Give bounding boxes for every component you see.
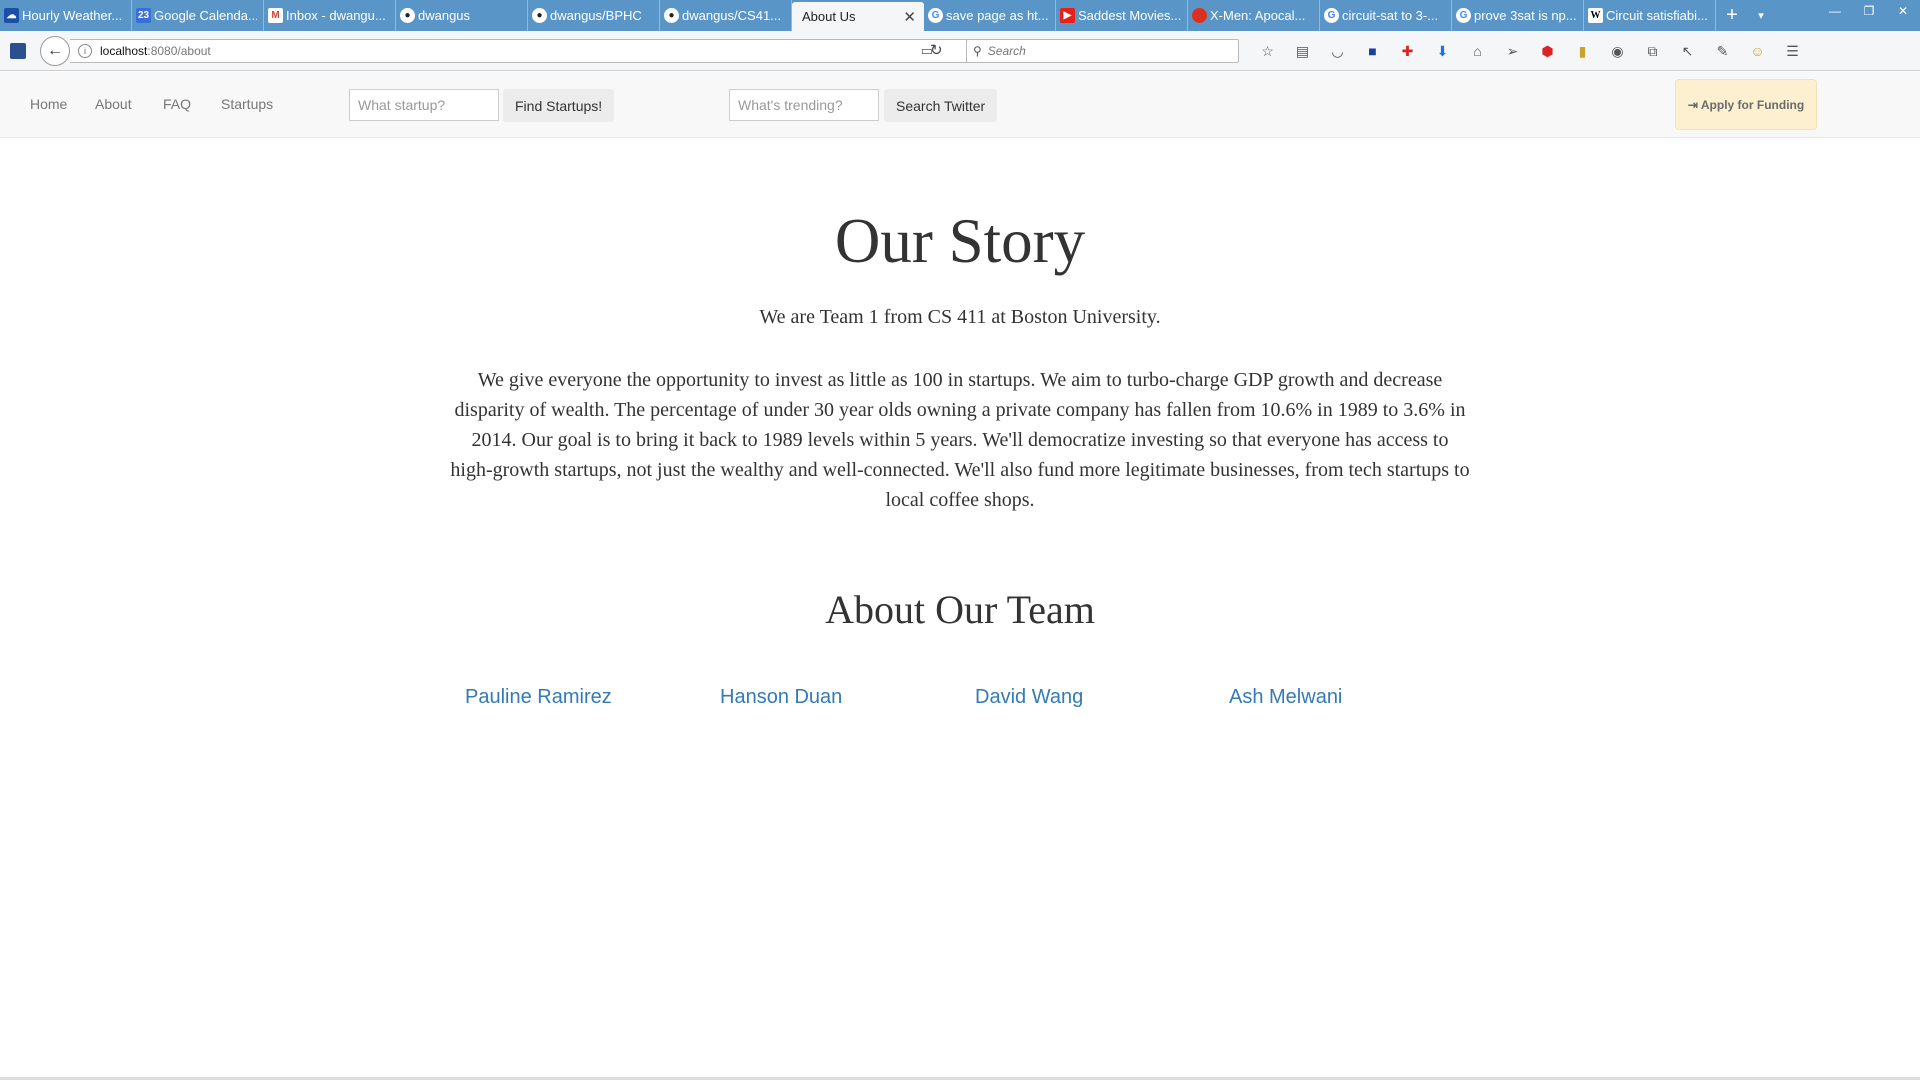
toolbar-icons: ☆ ▤ ◡ ■ ✚ ⬇ ⌂ ➢ ⬢ ▮ ◉ ⧉ ↖ ✎ ☺ ☰ bbox=[1250, 40, 1810, 62]
tab-github-bphc[interactable]: ● dwangus/BPHC bbox=[528, 0, 660, 31]
pocket-icon[interactable]: ◡ bbox=[1320, 40, 1355, 62]
list-all-tabs-icon[interactable]: ▾ bbox=[1748, 0, 1774, 31]
tab-xmen[interactable]: X-Men: Apocal... bbox=[1188, 0, 1320, 31]
info-icon[interactable]: i bbox=[78, 44, 92, 58]
find-startups-button[interactable]: Find Startups! bbox=[503, 89, 615, 122]
back-button[interactable]: ← bbox=[40, 36, 70, 66]
team-heading: About Our Team bbox=[825, 587, 1095, 632]
chat-icon[interactable]: ◉ bbox=[1600, 40, 1635, 62]
url-path: :8080/about bbox=[147, 44, 211, 58]
team-member-link[interactable]: David Wang bbox=[975, 686, 1083, 709]
adblock-icon[interactable]: ⬢ bbox=[1530, 40, 1565, 62]
tab-save-page[interactable]: Gsave page as ht... bbox=[924, 0, 1056, 31]
close-window-icon[interactable]: ✕ bbox=[1886, 0, 1920, 22]
google-icon: G bbox=[1456, 8, 1471, 23]
window-controls: — ❐ ✕ bbox=[1818, 0, 1920, 22]
search-twitter-button[interactable]: Search Twitter bbox=[884, 89, 998, 122]
calendar-icon: 23 bbox=[136, 8, 151, 23]
new-tab-button[interactable]: + bbox=[1716, 0, 1748, 31]
team-intro: We are Team 1 from CS 411 at Boston Univ… bbox=[759, 306, 1161, 328]
login-icon: ⇥ bbox=[1687, 97, 1698, 112]
download-icon[interactable]: ⬇ bbox=[1425, 40, 1460, 62]
team-member-link[interactable]: Hanson Duan bbox=[720, 686, 842, 709]
tab-circuit-satisfiability[interactable]: W Circuit satisfiabi... bbox=[1584, 0, 1716, 31]
tab-saddest-movies[interactable]: ▶ Saddest Movies... bbox=[1056, 0, 1188, 31]
browser-search-input[interactable] bbox=[987, 44, 1218, 58]
tomato-icon bbox=[1192, 8, 1207, 23]
url-host: localhost bbox=[100, 44, 148, 58]
google-icon: G bbox=[928, 8, 943, 23]
nav-home-link[interactable]: Home bbox=[30, 96, 67, 112]
bookmarks-list-icon[interactable]: ▤ bbox=[1285, 40, 1320, 62]
apply-for-funding-label: Apply for Funding bbox=[1700, 97, 1805, 112]
github-icon: ● bbox=[532, 8, 547, 23]
close-icon[interactable]: ✕ bbox=[903, 8, 916, 26]
restore-icon[interactable]: ❐ bbox=[1852, 0, 1886, 22]
back-arrow-icon: ← bbox=[47, 42, 63, 59]
startup-search-input[interactable] bbox=[349, 89, 499, 121]
youtube-icon: ▶ bbox=[1060, 8, 1075, 23]
first-aid-icon[interactable]: ✚ bbox=[1390, 40, 1425, 62]
menu-icon[interactable]: ☰ bbox=[1775, 40, 1810, 62]
extension-icon[interactable]: ✎ bbox=[1705, 40, 1740, 62]
tab-prove-3sat[interactable]: Gprove 3sat is np... bbox=[1452, 0, 1584, 31]
tab-inbox[interactable]: M Inbox - dwangu... bbox=[264, 0, 396, 31]
browser-toolbar: ← i localhost:8080/about ▭ ↻ ⚲ ☆ ▤ ◡ ■ ✚… bbox=[0, 31, 1920, 71]
tab-hourly-weather[interactable]: ☁ Hourly Weather... bbox=[0, 0, 132, 31]
url-bar[interactable]: i localhost:8080/about ▭ bbox=[70, 39, 970, 63]
bookmark-star-icon[interactable]: ☆ bbox=[1250, 40, 1285, 62]
weather-icon: ☁ bbox=[4, 8, 19, 23]
apply-for-funding-button[interactable]: ⇥ Apply for Funding bbox=[1675, 79, 1817, 130]
sync-icon[interactable]: ⧉ bbox=[1635, 40, 1670, 62]
save-icon[interactable]: ■ bbox=[1355, 40, 1390, 62]
tab-google-calendar[interactable]: 23 Google Calenda... bbox=[132, 0, 264, 31]
tab-github-dwangus[interactable]: ● dwangus bbox=[396, 0, 528, 31]
send-icon[interactable]: ➢ bbox=[1495, 40, 1530, 62]
gmail-icon: M bbox=[268, 8, 283, 23]
site-identity-icon[interactable] bbox=[10, 43, 26, 59]
reload-icon[interactable]: ↻ bbox=[930, 41, 943, 59]
minimize-icon[interactable]: — bbox=[1818, 0, 1852, 22]
browser-search-bar[interactable]: ⚲ bbox=[966, 39, 1239, 63]
site-navbar: Home About FAQ Startups Find Startups! S… bbox=[0, 72, 1920, 138]
team-member-link[interactable]: Pauline Ramirez bbox=[465, 686, 612, 709]
google-icon: G bbox=[1324, 8, 1339, 23]
team-member-link[interactable]: Ash Melwani bbox=[1229, 686, 1342, 709]
arrow-icon[interactable]: ↖ bbox=[1670, 40, 1705, 62]
tab-github-cs411[interactable]: ● dwangus/CS41... bbox=[660, 0, 792, 31]
home-icon[interactable]: ⌂ bbox=[1460, 40, 1495, 62]
nav-startups-link[interactable]: Startups bbox=[221, 96, 273, 112]
tab-about-us[interactable]: About Us ✕ bbox=[792, 2, 924, 31]
nav-faq-link[interactable]: FAQ bbox=[163, 96, 191, 112]
wikipedia-icon: W bbox=[1588, 8, 1603, 23]
page-title: Our Story bbox=[834, 206, 1086, 276]
nav-about-link[interactable]: About bbox=[95, 96, 132, 112]
story-paragraph: We give everyone the opportunity to inve… bbox=[450, 369, 1470, 511]
tab-circuit-sat[interactable]: Gcircuit-sat to 3-... bbox=[1320, 0, 1452, 31]
browser-tab-strip: ☁ Hourly Weather... 23 Google Calenda... M… bbox=[0, 0, 1920, 31]
search-icon: ⚲ bbox=[973, 44, 982, 58]
trending-search-input[interactable] bbox=[729, 89, 879, 121]
emoji-icon[interactable]: ☺ bbox=[1740, 40, 1775, 62]
github-icon: ● bbox=[400, 8, 415, 23]
notes-icon[interactable]: ▮ bbox=[1565, 40, 1600, 62]
github-icon: ● bbox=[664, 8, 679, 23]
